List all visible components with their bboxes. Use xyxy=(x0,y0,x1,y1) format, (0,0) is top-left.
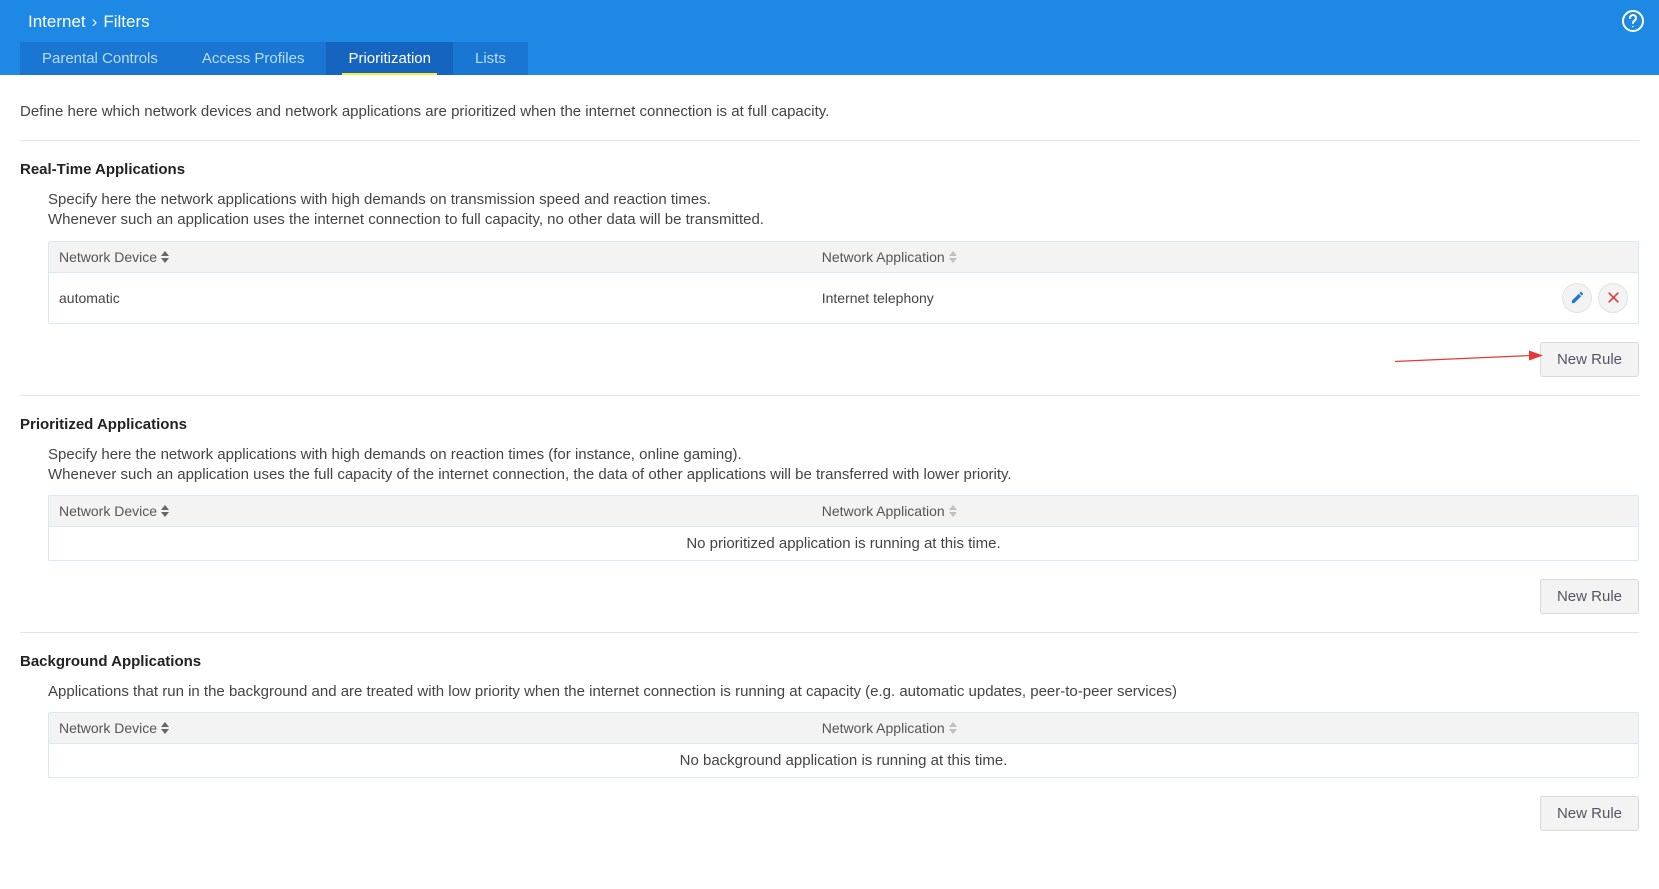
tab-prioritization[interactable]: Prioritization xyxy=(326,42,453,75)
prioritized-table: Network Device Network Application No pr… xyxy=(48,495,1639,561)
col-header-label: Network Application xyxy=(822,720,945,736)
page-header: Internet › Filters Parental Controls Acc… xyxy=(0,0,1659,75)
table-body: No prioritized application is running at… xyxy=(49,527,1638,560)
tab-access-profiles[interactable]: Access Profiles xyxy=(180,42,327,75)
col-header-application[interactable]: Network Application xyxy=(812,242,1528,272)
breadcrumb: Internet › Filters xyxy=(0,0,1659,42)
new-rule-button[interactable]: New Rule xyxy=(1540,796,1639,831)
section-desc-line: Whenever such an application uses the in… xyxy=(48,211,764,228)
sort-icon xyxy=(949,251,957,263)
table-header: Network Device Network Application xyxy=(49,242,1638,273)
edit-icon[interactable] xyxy=(1562,283,1592,313)
col-header-application[interactable]: Network Application xyxy=(812,713,1638,743)
chevron-right-icon: › xyxy=(92,12,98,32)
sort-icon xyxy=(161,505,169,517)
empty-state-text: No prioritized application is running at… xyxy=(49,527,1638,560)
table-body: No background application is running at … xyxy=(49,744,1638,777)
help-icon[interactable] xyxy=(1621,9,1645,33)
breadcrumb-current: Filters xyxy=(103,12,149,32)
col-header-device[interactable]: Network Device xyxy=(49,242,812,272)
delete-icon[interactable] xyxy=(1598,283,1628,313)
section-desc-line: Whenever such an application uses the fu… xyxy=(48,466,1012,483)
col-header-label: Network Device xyxy=(59,249,157,265)
button-row: New Rule xyxy=(48,796,1639,831)
section-background: Background Applications Applications tha… xyxy=(20,633,1639,831)
sort-icon xyxy=(161,251,169,263)
tab-lists[interactable]: Lists xyxy=(453,42,528,75)
section-desc-line: Specify here the network applications wi… xyxy=(48,191,711,208)
col-header-label: Network Application xyxy=(822,503,945,519)
table-body: automatic Internet telephony xyxy=(49,273,1638,323)
new-rule-button[interactable]: New Rule xyxy=(1540,579,1639,614)
realtime-table: Network Device Network Application autom… xyxy=(48,241,1639,324)
col-header-device[interactable]: Network Device xyxy=(49,713,812,743)
button-row: New Rule xyxy=(48,342,1639,377)
section-description: Applications that run in the background … xyxy=(48,682,1639,702)
col-header-label: Network Application xyxy=(822,249,945,265)
section-realtime: Real-Time Applications Specify here the … xyxy=(20,141,1639,396)
col-header-application[interactable]: Network Application xyxy=(812,496,1638,526)
section-desc-line: Applications that run in the background … xyxy=(48,683,1177,700)
section-description: Specify here the network applications wi… xyxy=(48,445,1639,486)
background-table: Network Device Network Application No ba… xyxy=(48,712,1639,778)
cell-application: Internet telephony xyxy=(812,280,1528,316)
row-actions xyxy=(1528,273,1638,323)
col-header-device[interactable]: Network Device xyxy=(49,496,812,526)
section-title: Real-Time Applications xyxy=(20,161,1639,178)
tab-parental-controls[interactable]: Parental Controls xyxy=(20,42,180,75)
section-title: Prioritized Applications xyxy=(20,416,1639,433)
col-header-label: Network Device xyxy=(59,720,157,736)
breadcrumb-root[interactable]: Internet xyxy=(28,12,86,32)
section-desc-line: Specify here the network applications wi… xyxy=(48,446,742,463)
empty-state-text: No background application is running at … xyxy=(49,744,1638,777)
cell-device: automatic xyxy=(49,280,812,316)
section-description: Specify here the network applications wi… xyxy=(48,190,1639,231)
table-header: Network Device Network Application xyxy=(49,496,1638,527)
section-title: Background Applications xyxy=(20,653,1639,670)
col-header-label: Network Device xyxy=(59,503,157,519)
table-header: Network Device Network Application xyxy=(49,713,1638,744)
button-row: New Rule xyxy=(48,579,1639,614)
page-intro-text: Define here which network devices and ne… xyxy=(20,93,1639,140)
page-content: Define here which network devices and ne… xyxy=(0,75,1659,889)
sort-icon xyxy=(949,722,957,734)
tab-bar: Parental Controls Access Profiles Priori… xyxy=(0,42,1659,75)
section-prioritized: Prioritized Applications Specify here th… xyxy=(20,396,1639,634)
table-row: automatic Internet telephony xyxy=(49,273,1638,323)
sort-icon xyxy=(161,722,169,734)
annotation-arrow-icon xyxy=(1393,348,1543,371)
new-rule-button[interactable]: New Rule xyxy=(1540,342,1639,377)
sort-icon xyxy=(949,505,957,517)
